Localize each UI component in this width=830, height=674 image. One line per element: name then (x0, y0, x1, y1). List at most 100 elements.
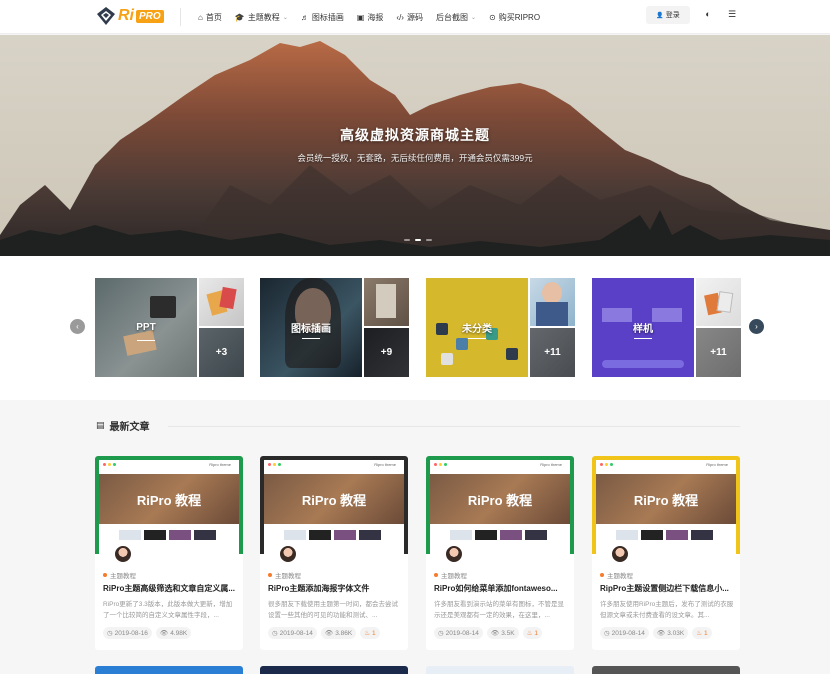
nav-label: 购买RIPRO (498, 12, 541, 22)
section-divider (168, 426, 740, 427)
theme-toggle-icon[interactable]: ◐ (701, 7, 715, 21)
article-meta: ◷ 2019-08-14 👁 3.5K ♨ 1 (434, 627, 543, 639)
article-excerpt: 许多朋友看到演示站的菜单有图标，不管是显示还是美观都有一定的效果，在这里，... (434, 601, 564, 619)
article-thumbnail[interactable]: Ripro theme RiPro 教程 (592, 456, 740, 554)
main-nav: ⌂ 首页 🎓 主题教程 ⌄ ♬ 图标插画 ▣ 海报 ‹/› 源码 后台截图 ⌄ … (198, 0, 540, 34)
views-badge: 👁 3.03K (652, 627, 689, 639)
article-title[interactable]: RiPro主题高级筛选和文章自定义属... (103, 583, 237, 594)
article-meta: ◷ 2019-08-14 👁 3.03K ♨ 1 (600, 627, 712, 639)
article-card-peek[interactable] (260, 666, 408, 674)
article-thumbnail[interactable]: Ripro theme RiPro 教程 (260, 456, 408, 554)
nav-item-theme-tutorials[interactable]: 🎓 主题教程 ⌄ (235, 12, 288, 23)
article-thumbnail[interactable]: Ripro theme RiPro 教程 (95, 456, 243, 554)
category-text: 主题教程 (441, 573, 467, 580)
nav-item-admin-screenshots[interactable]: 后台截图 ⌄ (436, 12, 476, 23)
hero-dot[interactable] (404, 239, 410, 241)
category-more-count: +11 (544, 347, 561, 358)
likes-badge: ♨ 1 (360, 627, 380, 639)
article-excerpt: RiPro更新了3.3版本，此版本做大更新，增加了一个比较简的自定义文章属性字段… (103, 601, 233, 619)
views-badge: 👁 4.98K (155, 627, 192, 639)
article-card[interactable]: Ripro theme RiPro 教程 主题教程 RiPro主题添加海报字体文… (260, 456, 408, 650)
date-badge: ◷ 2019-08-16 (103, 627, 152, 639)
carousel-next-button[interactable]: › (749, 319, 764, 334)
article-category[interactable]: 主题教程 (434, 570, 467, 580)
author-avatar[interactable] (444, 544, 464, 564)
author-avatar[interactable] (610, 544, 630, 564)
nav-label: 后台截图 (435, 12, 468, 22)
music-icon: ♬ (300, 12, 309, 22)
chevron-down-icon: ⌄ (470, 14, 476, 21)
home-icon: ⌂ (198, 12, 203, 22)
category-thumb (530, 278, 575, 326)
category-more-count: +3 (215, 347, 228, 358)
date-badge: ◷ 2019-08-14 (268, 627, 317, 639)
hero-mountain-image (0, 35, 830, 256)
hero-pagination (404, 239, 432, 241)
article-category[interactable]: 主题教程 (103, 570, 136, 580)
nav-item-buy-ripro[interactable]: ⊙ 购买RIPRO (489, 12, 540, 23)
logo-gem-icon (97, 7, 115, 25)
category-thumb (199, 278, 244, 326)
author-avatar[interactable] (113, 544, 133, 564)
thumb-banner-text: RiPro 教程 (99, 474, 239, 524)
top-navbar: Ri PRO ⌂ 首页 🎓 主题教程 ⌄ ♬ 图标插画 ▣ 海报 ‹/› 源码 … (0, 0, 830, 34)
nav-item-source-code[interactable]: ‹/› 源码 (396, 12, 423, 23)
nav-label: 海报 (367, 12, 384, 22)
category-card-icon-illustration[interactable]: 图标插画 +9 (260, 278, 409, 377)
views-badge: 👁 3.5K (486, 627, 519, 639)
category-thumb (364, 278, 409, 326)
category-thumb-more: +11 (530, 328, 575, 377)
article-title[interactable]: RiPro主题添加海报字体文件 (268, 583, 402, 594)
article-card-peek[interactable] (426, 666, 574, 674)
category-main-image: 样机 (592, 278, 694, 377)
author-avatar[interactable] (278, 544, 298, 564)
hero-dot[interactable] (426, 239, 432, 241)
category-main-image: 未分类 (426, 278, 528, 377)
login-label: 登录 (665, 12, 680, 19)
hero-subtitle: 会员统一授权，无套路，无后续任何费用，开通会员仅需399元 (297, 153, 533, 163)
category-card-ppt[interactable]: PPT +3 (95, 278, 244, 377)
section-header: ▤ 最新文章 (96, 418, 150, 433)
article-card[interactable]: Ripro theme RiPro 教程 主题教程 RipPro主题设置侧边栏下… (592, 456, 740, 650)
category-carousel: ‹ › PPT +3 图标插画 +9 未分类 +11 样机 +11 (0, 256, 830, 400)
category-thumb-more: +11 (696, 328, 741, 377)
code-icon: ‹/› (396, 12, 404, 22)
thumb-brand: Ripro theme (706, 462, 728, 467)
article-card[interactable]: Ripro theme RiPro 教程 主题教程 RiPro如何给菜单添加fo… (426, 456, 574, 650)
image-icon: ▣ (356, 12, 365, 22)
graduation-cap-icon: 🎓 (234, 12, 245, 22)
nav-item-home[interactable]: ⌂ 首页 (198, 12, 222, 23)
article-category[interactable]: 主题教程 (600, 570, 633, 580)
category-card-mockup[interactable]: 样机 +11 (592, 278, 741, 377)
carousel-prev-button[interactable]: ‹ (70, 319, 85, 334)
likes-badge: ♨ 1 (692, 627, 712, 639)
article-category[interactable]: 主题教程 (268, 570, 301, 580)
nav-item-icon-illustration[interactable]: ♬ 图标插画 (301, 12, 344, 23)
views-badge: 👁 3.86K (320, 627, 357, 639)
thumb-banner-text: RiPro 教程 (596, 474, 736, 524)
article-excerpt: 很多朋友下载使用主题第一时间，都会去尝试设置一些其他的可见的功能和测试、... (268, 601, 398, 619)
category-label: 样机 (633, 320, 653, 339)
category-text: 主题教程 (275, 573, 301, 580)
likes-badge: ♨ 1 (522, 627, 543, 639)
category-text: 主题教程 (110, 573, 136, 580)
article-thumbnail[interactable]: Ripro theme RiPro 教程 (426, 456, 574, 554)
category-label: 图标插画 (291, 320, 331, 339)
category-main-image: 图标插画 (260, 278, 362, 377)
article-title[interactable]: RiPro如何给菜单添加fontaweso... (434, 583, 568, 594)
thumb-banner-text: RiPro 教程 (430, 474, 570, 524)
category-card-uncategorized[interactable]: 未分类 +11 (426, 278, 575, 377)
thumb-brand: Ripro theme (209, 462, 231, 467)
category-thumb-more: +3 (199, 328, 244, 377)
login-button[interactable]: 👤 登录 (646, 6, 690, 24)
menu-icon[interactable]: ☰ (725, 7, 739, 21)
nav-label: 源码 (406, 12, 423, 22)
thumb-brand: Ripro theme (540, 462, 562, 467)
article-title[interactable]: RipPro主题设置侧边栏下载信息小... (600, 583, 734, 594)
hero-dot-active[interactable] (415, 239, 421, 241)
article-card[interactable]: Ripro theme RiPro 教程 主题教程 RiPro主题高级筛选和文章… (95, 456, 243, 650)
article-card-peek[interactable] (95, 666, 243, 674)
nav-item-poster[interactable]: ▣ 海报 (357, 12, 384, 23)
site-logo[interactable]: Ri PRO (96, 6, 164, 26)
article-card-peek[interactable] (592, 666, 740, 674)
